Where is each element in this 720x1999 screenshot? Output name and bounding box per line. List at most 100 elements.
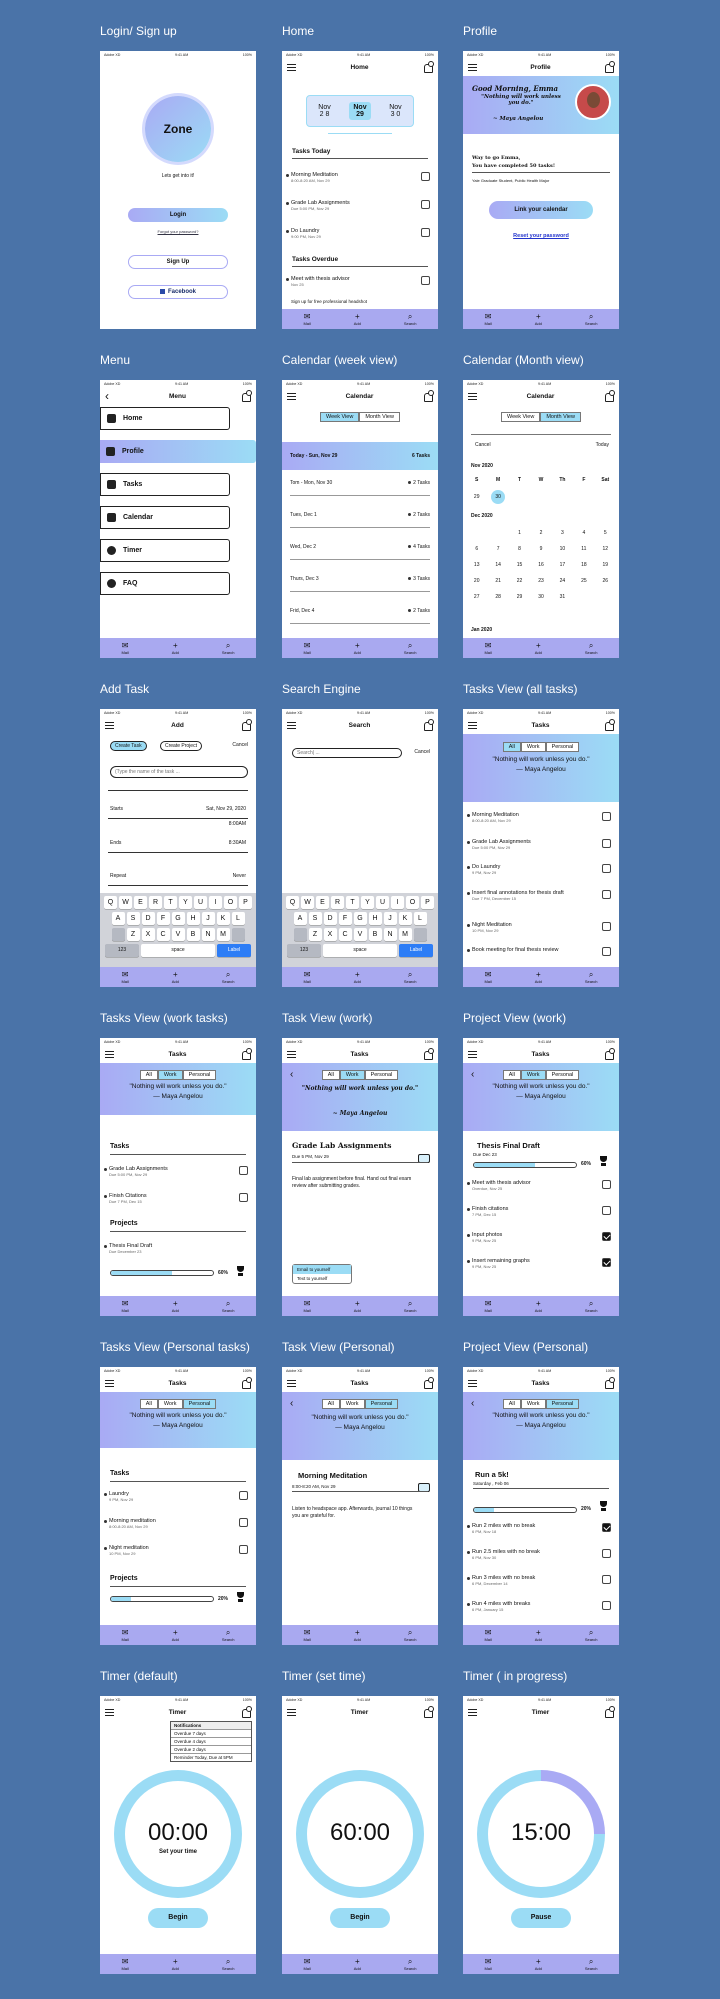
segment-all[interactable]: All — [502, 1070, 521, 1080]
hamburger-menu-icon[interactable] — [287, 1050, 296, 1058]
tab-add[interactable]: + Add — [535, 1299, 542, 1313]
cal-day[interactable]: 18 — [573, 562, 594, 568]
tab-add[interactable]: + Add — [354, 312, 361, 326]
cal-day[interactable]: 25 — [573, 578, 594, 584]
shift-key[interactable] — [293, 928, 307, 941]
task-row[interactable]: Night meditation 10 PM, Nov 29 — [104, 1545, 256, 1556]
tab-search[interactable]: ⌕ Search — [222, 1957, 235, 1971]
segment-all[interactable]: All — [321, 1399, 340, 1409]
starts-value[interactable]: Sat, Nov 29, 2020 — [206, 806, 246, 812]
cal-day[interactable]: 14 — [487, 562, 508, 568]
hamburger-menu-icon[interactable] — [287, 1708, 296, 1716]
hamburger-menu-icon[interactable] — [287, 63, 296, 71]
cal-day[interactable]: 26 — [595, 578, 616, 584]
cal-day[interactable]: 30 — [530, 594, 551, 600]
notification-bell-icon[interactable] — [423, 719, 434, 731]
hamburger-menu-icon[interactable] — [105, 1050, 114, 1058]
key-r[interactable]: R — [331, 896, 344, 909]
key-c[interactable]: C — [338, 928, 352, 941]
tab-mail[interactable]: ✉ Mail — [303, 641, 310, 655]
key-l[interactable]: L — [413, 912, 427, 925]
date-chip-0[interactable]: Nov 2 8 — [314, 102, 334, 120]
segment-work[interactable]: Work — [157, 1070, 183, 1080]
tab-add[interactable]: + Add — [172, 1957, 179, 1971]
hamburger-menu-icon[interactable] — [287, 1379, 296, 1387]
key-m[interactable]: M — [398, 928, 412, 941]
notification-bell-icon[interactable] — [423, 1048, 434, 1060]
menu-item-timer[interactable]: Timer — [100, 539, 230, 562]
tab-add[interactable]: + Add — [535, 641, 542, 655]
tab-add[interactable]: + Add — [535, 312, 542, 326]
cal-day[interactable] — [487, 530, 508, 536]
notification-bell-icon[interactable] — [241, 1706, 252, 1718]
link-calendar-button[interactable]: Link your calendar — [489, 201, 593, 219]
cal-day[interactable]: 21 — [487, 578, 508, 584]
key-a[interactable]: A — [111, 912, 125, 925]
notification-bell-icon[interactable] — [604, 719, 615, 731]
shift-key[interactable] — [111, 928, 125, 941]
notification-bell-icon[interactable] — [241, 390, 252, 402]
cancel-link[interactable]: Cancel — [475, 442, 491, 448]
tab-add[interactable]: + Add — [172, 970, 179, 984]
tab-mail[interactable]: ✉ Mail — [121, 1957, 128, 1971]
task-checkbox[interactable] — [602, 1575, 611, 1584]
cal-day[interactable]: 3 — [552, 530, 573, 536]
tab-search[interactable]: ⌕ Search — [404, 970, 417, 984]
segment-all[interactable]: All — [139, 1070, 158, 1080]
task-checkbox[interactable] — [602, 839, 611, 848]
tab-add[interactable]: + Add — [354, 970, 361, 984]
key-k[interactable]: K — [398, 912, 412, 925]
tab-add[interactable]: + Add — [172, 641, 179, 655]
key-v[interactable]: V — [171, 928, 185, 941]
tab-mail[interactable]: ✉ Mail — [303, 1957, 310, 1971]
key-l[interactable]: L — [231, 912, 245, 925]
tab-search[interactable]: ⌕ Search — [585, 1628, 598, 1642]
menu-item-tasks[interactable]: Tasks — [100, 473, 230, 496]
day-row[interactable]: Tues, Dec 1 2 Tasks — [290, 512, 430, 528]
segment-personal[interactable]: Personal — [545, 1399, 580, 1409]
cal-day[interactable]: 29 — [466, 494, 487, 504]
key-x[interactable]: X — [141, 928, 155, 941]
hamburger-menu-icon[interactable] — [468, 1050, 477, 1058]
key-e[interactable]: E — [134, 896, 147, 909]
hamburger-menu-icon[interactable] — [468, 721, 477, 729]
segment-all[interactable]: All — [502, 742, 521, 752]
facebook-button[interactable]: Facebook — [128, 285, 228, 299]
back-icon[interactable]: ‹ — [105, 389, 114, 403]
login-button[interactable]: Login — [128, 208, 228, 222]
key-h[interactable]: H — [368, 912, 382, 925]
tab-add[interactable]: + Add — [354, 1957, 361, 1971]
notification-bell-icon[interactable] — [423, 1377, 434, 1389]
notification-bell-icon[interactable] — [604, 1706, 615, 1718]
segment-all[interactable]: All — [502, 1399, 521, 1409]
task-row[interactable]: Laundry 9 PM, Nov 29 — [104, 1491, 256, 1502]
tab-search[interactable]: ⌕ Search — [222, 641, 235, 655]
key-a[interactable]: A — [293, 912, 307, 925]
tab-mail[interactable]: ✉ Mail — [121, 970, 128, 984]
notification-bell-icon[interactable] — [604, 1377, 615, 1389]
key-u[interactable]: U — [376, 896, 389, 909]
key-b[interactable]: B — [368, 928, 382, 941]
cal-day[interactable]: 8 — [509, 546, 530, 552]
segment-personal[interactable]: Personal — [545, 1070, 580, 1080]
tab-add[interactable]: + Add — [172, 1628, 179, 1642]
cal-day[interactable] — [595, 594, 616, 600]
segment-personal[interactable]: Personal — [182, 1399, 217, 1409]
key-w[interactable]: W — [119, 896, 132, 909]
notification-bell-icon[interactable] — [241, 1377, 252, 1389]
cal-day[interactable]: 5 — [595, 530, 616, 536]
notification-bell-icon[interactable] — [423, 390, 434, 402]
key-v[interactable]: V — [353, 928, 367, 941]
menu-item-profile[interactable]: Profile — [100, 440, 256, 463]
cal-day[interactable] — [466, 530, 487, 536]
tab-mail[interactable]: ✉ Mail — [484, 970, 491, 984]
task-row[interactable]: Insert remaining graphs 9 PM, Nov 25 — [467, 1258, 619, 1269]
key-u[interactable]: U — [194, 896, 207, 909]
task-checkbox[interactable] — [239, 1193, 248, 1202]
segment-work[interactable]: Work — [520, 1070, 546, 1080]
hamburger-menu-icon[interactable] — [468, 1379, 477, 1387]
label-key[interactable]: Label — [399, 944, 433, 957]
cal-day[interactable]: 9 — [530, 546, 551, 552]
cal-day[interactable] — [573, 494, 594, 504]
tab-search[interactable]: ⌕ Search — [585, 1299, 598, 1313]
